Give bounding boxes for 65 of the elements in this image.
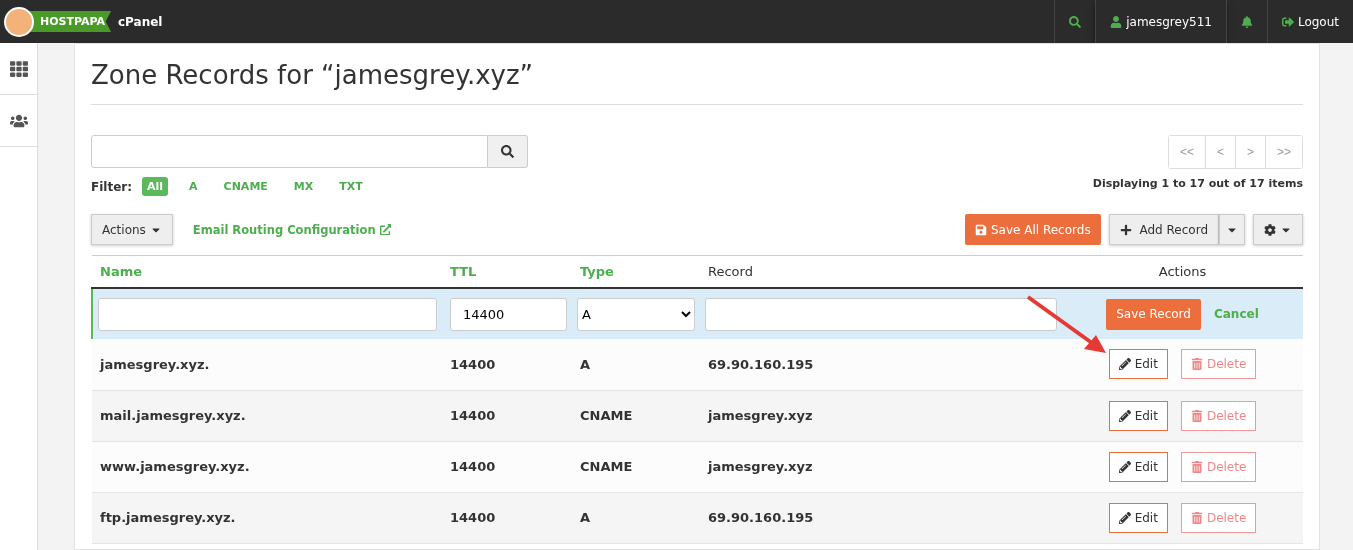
pagination-button[interactable]: >>	[1265, 136, 1302, 168]
filter-option[interactable]: CNAME	[218, 177, 273, 196]
table-cell: www.jamesgrey.xyz.	[92, 441, 442, 492]
delete-button[interactable]: Delete	[1180, 349, 1257, 380]
filter-option[interactable]: A	[184, 177, 203, 196]
delete-button[interactable]: Delete	[1180, 451, 1257, 482]
product-name: cPanel	[118, 14, 164, 29]
pencil-icon	[1118, 409, 1131, 422]
table-cell: mail.jamesgrey.xyz.	[92, 390, 442, 441]
search-icon	[501, 145, 514, 158]
grid-icon	[9, 59, 28, 78]
trash-icon	[1190, 358, 1203, 371]
table-cell: CNAME	[572, 441, 700, 492]
table-cell: 14400	[442, 441, 572, 492]
save-record-button[interactable]: Save Record	[1106, 298, 1201, 330]
search-field[interactable]	[91, 135, 488, 168]
filter-label: Filter:	[91, 179, 132, 194]
table-cell: jamesgrey.xyz.	[92, 339, 442, 390]
record-input[interactable]	[705, 297, 1057, 331]
table-cell: 69.90.160.195	[700, 339, 1062, 390]
pencil-icon	[1118, 460, 1131, 473]
pagination-summary: Displaying 1 to 17 out of 17 items	[1092, 177, 1303, 190]
trash-icon	[1190, 511, 1203, 524]
table-cell: 14400	[442, 390, 572, 441]
edit-button[interactable]: Edit	[1108, 502, 1168, 533]
actions-dropdown[interactable]: Actions	[91, 214, 173, 245]
table-cell: 69.90.160.195	[700, 492, 1062, 543]
filter-option[interactable]: All	[142, 177, 169, 196]
pencil-icon	[1118, 358, 1131, 371]
table-cell: A	[572, 339, 700, 390]
plus-icon	[1119, 223, 1132, 236]
table-cell: CNAME	[572, 390, 700, 441]
settings-dropdown[interactable]	[1253, 214, 1303, 245]
edit-button[interactable]: Edit	[1108, 451, 1168, 482]
delete-button[interactable]: Delete	[1180, 400, 1257, 431]
settings-icon	[1264, 223, 1276, 236]
caret-button[interactable]	[1219, 214, 1245, 245]
bell-icon	[1240, 15, 1253, 28]
add-record-button[interactable]: Add Record	[1108, 214, 1219, 245]
search-icon	[1069, 15, 1082, 28]
ttl-input[interactable]: 14400	[450, 297, 567, 331]
trash-icon	[1190, 460, 1203, 473]
filter-option[interactable]: MX	[288, 177, 319, 196]
table-cell: ftp.jamesgrey.xyz.	[92, 492, 442, 543]
edit-button[interactable]: Edit	[1108, 400, 1168, 431]
delete-button[interactable]: Delete	[1180, 502, 1257, 533]
save-all-button[interactable]: Save All Records	[964, 214, 1101, 245]
floppy-icon	[974, 223, 987, 236]
table-cell: jamesgrey.xyz	[700, 441, 1062, 492]
edit-button[interactable]: Edit	[1108, 349, 1168, 380]
external-link-icon	[379, 223, 392, 236]
logout-icon	[1281, 15, 1294, 28]
type-select[interactable]: A	[577, 297, 695, 331]
table-cell: jamesgrey.xyz	[700, 390, 1062, 441]
table-cell: 14400	[442, 492, 572, 543]
trash-icon	[1190, 409, 1203, 422]
pencil-icon	[1118, 511, 1131, 524]
filter-option[interactable]: TXT	[334, 177, 368, 196]
email-routing-link[interactable]: Email Routing Configuration	[192, 222, 392, 237]
name-input[interactable]	[98, 297, 437, 331]
table-cell: A	[572, 492, 700, 543]
page-title: Zone Records for “jamesgrey.xyz”	[91, 60, 1303, 105]
table-cell: 14400	[442, 339, 572, 390]
user-icon	[1110, 15, 1123, 28]
cancel-link[interactable]: Cancel	[1213, 307, 1259, 321]
